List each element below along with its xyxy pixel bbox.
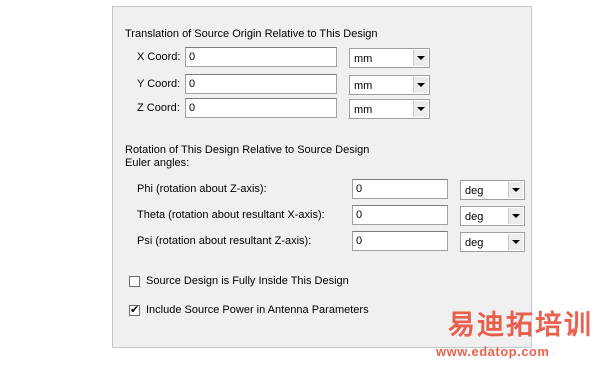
euler-angles-label: Euler angles: [125,157,190,169]
watermark-logo: 易迪拓培训 www.edatop.com [430,310,600,362]
chevron-down-icon[interactable] [508,182,523,198]
x-coord-unit-value: mm [354,53,373,65]
x-coord-input[interactable] [185,47,337,67]
translation-heading: Translation of Source Origin Relative to… [125,28,378,40]
psi-unit-value: deg [465,237,484,249]
rotation-heading: Rotation of This Design Relative to Sour… [125,144,370,156]
include-power-checkbox[interactable] [129,303,140,317]
psi-unit-select[interactable]: deg [460,232,525,252]
watermark-url: www.edatop.com [436,344,550,359]
chevron-down-icon[interactable] [508,234,523,250]
x-coord-label: X Coord: [137,51,181,63]
phi-unit-value: deg [465,185,484,197]
chevron-down-icon[interactable] [413,50,428,66]
phi-input[interactable] [352,179,448,199]
y-coord-label: Y Coord: [137,78,181,90]
source-transform-panel: Translation of Source Origin Relative to… [112,6,532,348]
x-coord-unit-select[interactable]: mm [349,48,430,68]
z-coord-unit-value: mm [354,104,373,116]
watermark-title: 易迪拓培训 [448,310,593,341]
fully-inside-checkbox[interactable] [129,276,140,287]
psi-label: Psi (rotation about resultant Z-axis): [137,235,312,247]
z-coord-unit-select[interactable]: mm [349,99,430,119]
chevron-down-icon[interactable] [508,208,523,224]
z-coord-input[interactable] [185,98,337,118]
y-coord-unit-select[interactable]: mm [349,75,430,95]
chevron-down-icon[interactable] [413,77,428,93]
theta-unit-select[interactable]: deg [460,206,525,226]
include-power-label: Include Source Power in Antenna Paramete… [146,304,369,316]
phi-label: Phi (rotation about Z-axis): [137,183,267,195]
theta-input[interactable] [352,205,448,225]
y-coord-unit-value: mm [354,80,373,92]
psi-input[interactable] [352,231,448,251]
phi-unit-select[interactable]: deg [460,180,525,200]
theta-unit-value: deg [465,211,484,223]
fully-inside-label: Source Design is Fully Inside This Desig… [146,275,349,287]
theta-label: Theta (rotation about resultant X-axis): [137,209,325,221]
chevron-down-icon[interactable] [413,101,428,117]
y-coord-input[interactable] [185,74,337,94]
z-coord-label: Z Coord: [137,102,180,114]
